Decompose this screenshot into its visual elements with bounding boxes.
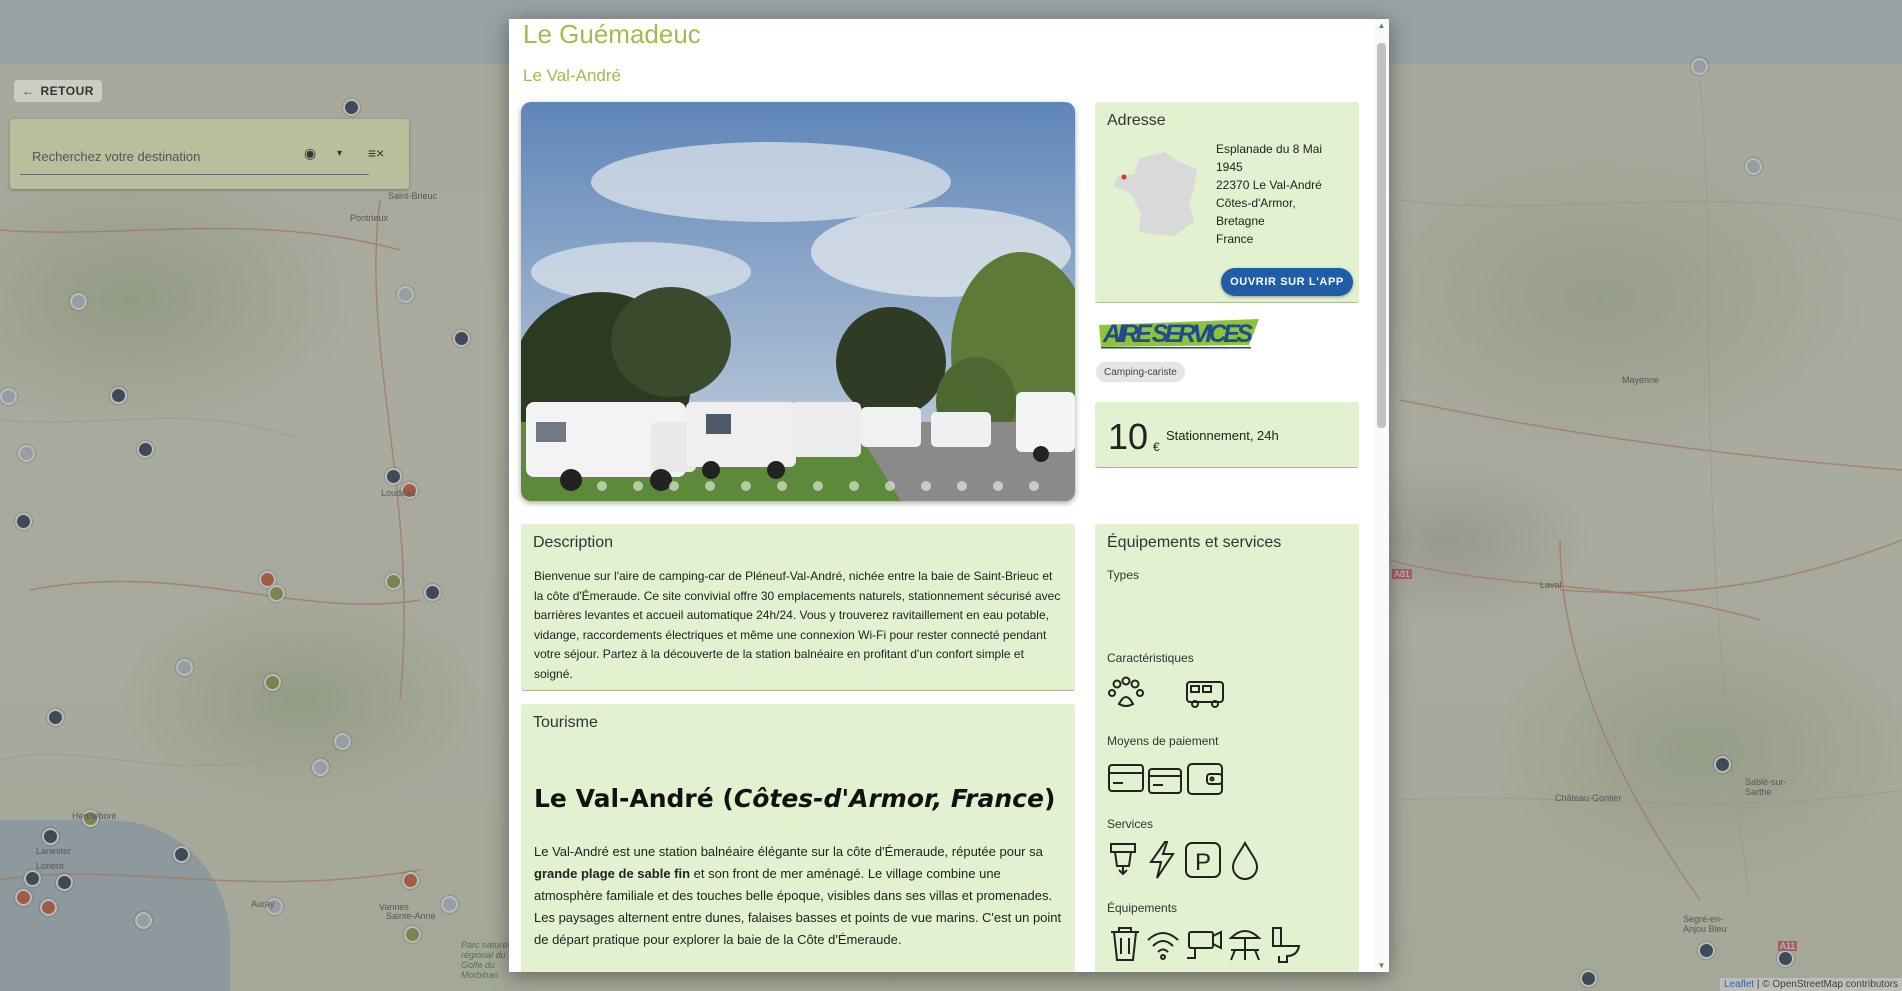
description-text: Bienvenue sur l'aire de camping-car de P… bbox=[534, 569, 1061, 681]
search-placeholder: Recherchez votre destination bbox=[32, 149, 201, 164]
address-line: 1945 bbox=[1216, 160, 1243, 174]
tourism-text-bold: grande plage de sable fin bbox=[534, 866, 691, 881]
scroll-up-icon[interactable]: ▲ bbox=[1377, 21, 1386, 30]
search-input[interactable]: Recherchez votre destination bbox=[20, 133, 369, 175]
parking-icon: P bbox=[1185, 842, 1221, 878]
carousel-dot[interactable] bbox=[1029, 481, 1039, 491]
search-panel: Recherchez votre destination ◉ ▾ ≡× bbox=[10, 119, 409, 189]
tourism-card: Tourisme Le Val-André (Côtes-d'Armor, Fr… bbox=[521, 704, 1075, 972]
carousel-photo bbox=[521, 102, 1075, 501]
carousel-dot[interactable] bbox=[921, 481, 931, 491]
description-card: Description Bienvenue sur l'aire de camp… bbox=[521, 524, 1075, 691]
carousel-dot[interactable] bbox=[741, 481, 751, 491]
trash-bin-icon bbox=[1111, 927, 1139, 961]
equipments-label: Équipements bbox=[1107, 901, 1178, 915]
wallet-icon bbox=[1187, 763, 1223, 795]
carousel-dot[interactable] bbox=[849, 481, 859, 491]
back-button[interactable]: ← RETOUR bbox=[14, 80, 102, 102]
modal-scrollbar[interactable]: ▲ ▼ bbox=[1374, 19, 1389, 972]
tourism-text-part: Le Val-André est une station balnéaire é… bbox=[534, 844, 1043, 859]
picnic-table-icon bbox=[1228, 930, 1262, 961]
carousel-dot[interactable] bbox=[813, 481, 823, 491]
price-label: Stationnement, 24h bbox=[1166, 428, 1279, 443]
camera-icon bbox=[1187, 930, 1222, 959]
paw-icon bbox=[1108, 676, 1144, 707]
features-label: Caractéristiques bbox=[1107, 651, 1194, 665]
back-button-label: RETOUR bbox=[40, 84, 94, 98]
tourism-text: Le Val-André est une station balnéaire é… bbox=[534, 841, 1064, 951]
types-label: Types bbox=[1107, 568, 1140, 582]
open-in-app-button[interactable]: OUVRIR SUR L'APP bbox=[1221, 268, 1353, 296]
tourism-heading: Tourisme bbox=[533, 714, 598, 731]
contactless-card-icon bbox=[1148, 768, 1182, 794]
address-line: Esplanade du 8 Mai bbox=[1216, 142, 1323, 156]
camper-van-icon bbox=[1186, 681, 1224, 708]
svg-text:AIRE SERVICES: AIRE SERVICES bbox=[1102, 320, 1253, 348]
equipment-card: Équipements et services Types Caractéris… bbox=[1095, 524, 1359, 972]
equipments-icons bbox=[1107, 924, 1303, 964]
scroll-down-icon[interactable]: ▼ bbox=[1377, 961, 1386, 970]
carousel-dot[interactable] bbox=[993, 481, 1003, 491]
price-amount: 10 bbox=[1108, 416, 1149, 457]
payment-label: Moyens de paiement bbox=[1107, 734, 1219, 748]
description-heading: Description bbox=[533, 534, 614, 551]
services-label: Services bbox=[1107, 817, 1154, 831]
tourism-place-heading: Le Val-André (Côtes-d'Armor, France) bbox=[534, 784, 1056, 813]
address-line: Bretagne bbox=[1216, 214, 1265, 228]
carousel-indicators bbox=[521, 481, 1075, 491]
carousel-dot[interactable] bbox=[957, 481, 967, 491]
carousel-dot[interactable] bbox=[777, 481, 787, 491]
carousel-dot[interactable] bbox=[885, 481, 895, 491]
locate-icon[interactable]: ◉ bbox=[304, 145, 316, 162]
place-details-modal: Le Guémadeuc Le Val-André Adresse Esplan… bbox=[509, 19, 1389, 972]
category-chip: Camping-cariste bbox=[1096, 362, 1185, 382]
services-icons: P bbox=[1107, 840, 1261, 880]
parking-letter: P bbox=[1195, 849, 1211, 876]
tourism-region: Côtes-d'Armor, France bbox=[733, 784, 1044, 813]
equipment-heading: Équipements et services bbox=[1107, 534, 1282, 551]
water-drop-icon bbox=[1231, 840, 1259, 880]
france-map-icon bbox=[1114, 152, 1197, 236]
address-heading: Adresse bbox=[1107, 112, 1166, 129]
address-line: Côtes-d'Armor, bbox=[1216, 196, 1296, 210]
scrollbar-thumb[interactable] bbox=[1377, 43, 1386, 428]
address-line: 22370 Le Val-André bbox=[1216, 178, 1322, 192]
carousel-dot[interactable] bbox=[597, 481, 607, 491]
aire-services-logo: AIRE SERVICES bbox=[1099, 319, 1259, 349]
address-line: France bbox=[1216, 232, 1254, 246]
place-title: Le Guémadeuc bbox=[523, 19, 701, 49]
electricity-icon bbox=[1149, 841, 1175, 879]
carousel-dot[interactable] bbox=[669, 481, 679, 491]
carousel-dot[interactable] bbox=[705, 481, 715, 491]
arrow-left-icon: ← bbox=[22, 84, 35, 98]
water-tap-icon bbox=[1110, 843, 1136, 876]
tourism-place: Le Val-André bbox=[534, 784, 714, 813]
carousel-dot[interactable] bbox=[633, 481, 643, 491]
payment-icons bbox=[1107, 758, 1225, 798]
clear-filter-icon[interactable]: ≡× bbox=[368, 145, 384, 161]
credit-card-icon bbox=[1108, 764, 1144, 792]
place-subtitle: Le Val-André bbox=[523, 66, 621, 85]
wifi-icon bbox=[1147, 932, 1179, 960]
features-icons bbox=[1107, 676, 1225, 710]
price-currency: € bbox=[1153, 440, 1160, 454]
address-card: Adresse Esplanade du 8 Mai 1945 22370 Le… bbox=[1095, 102, 1359, 303]
toilet-icon bbox=[1272, 927, 1301, 963]
address-lines: Esplanade du 8 Mai 1945 22370 Le Val-And… bbox=[1216, 140, 1356, 248]
photo-carousel[interactable] bbox=[521, 102, 1075, 501]
price-card: 10 € Stationnement, 24h bbox=[1095, 402, 1359, 468]
dropdown-arrow-icon[interactable]: ▾ bbox=[337, 148, 342, 159]
